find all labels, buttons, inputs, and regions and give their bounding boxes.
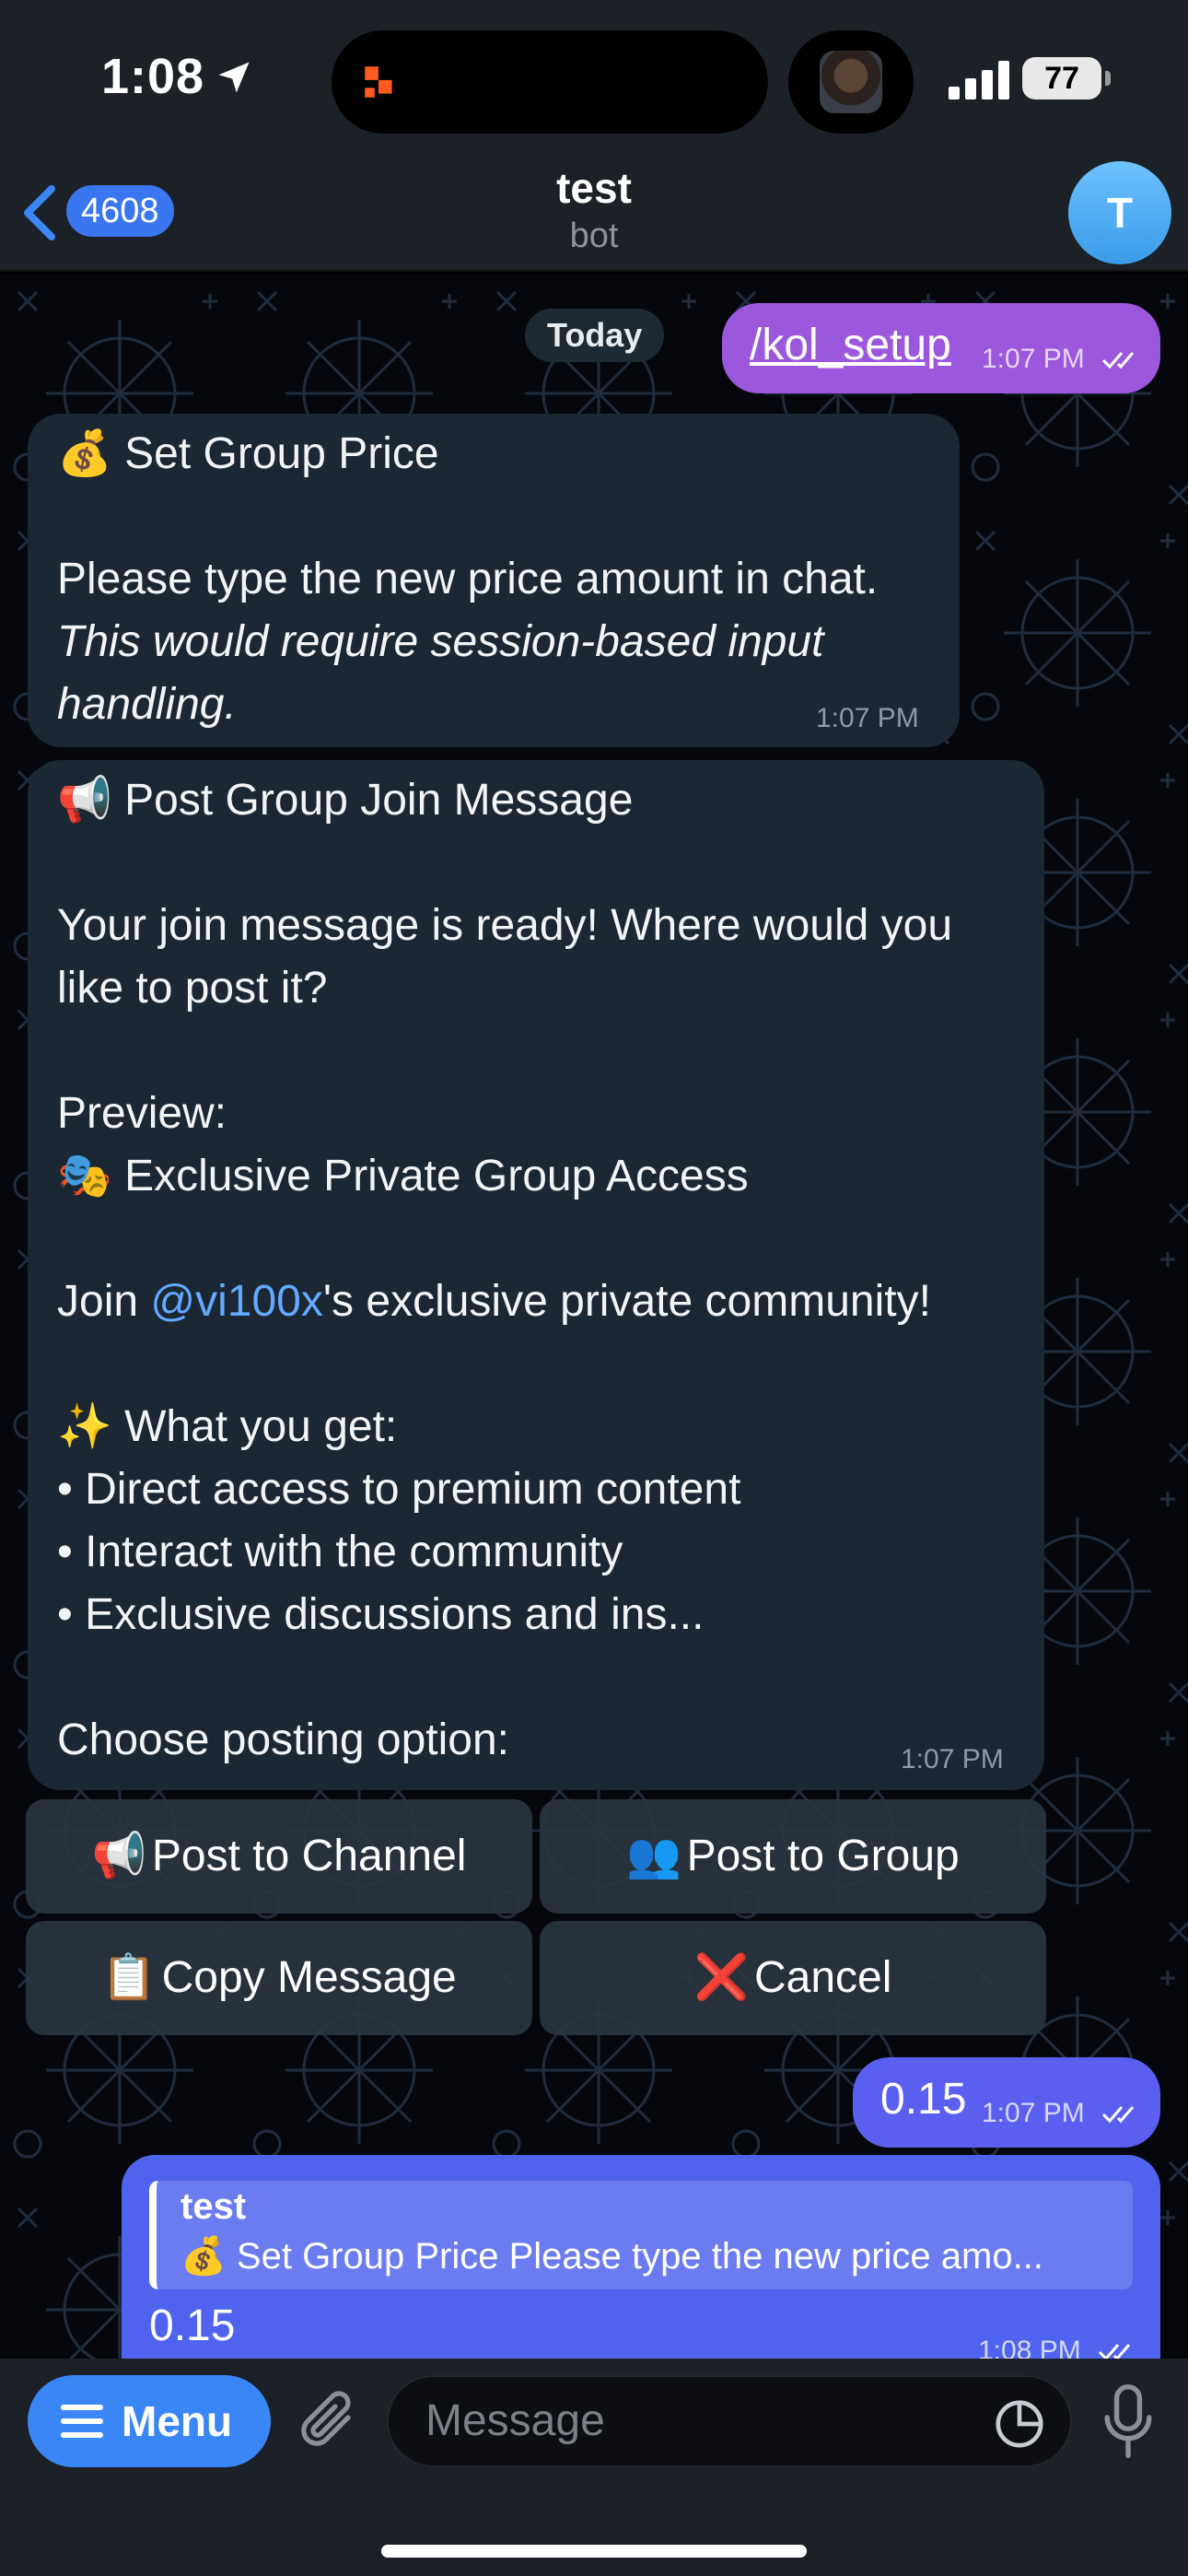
copy-message-button[interactable]: 📋 Copy Message xyxy=(26,1921,532,2035)
message-italic-line: handling. xyxy=(57,680,237,729)
message-time: 1:07 PM xyxy=(901,1744,1004,1774)
thumbnail-image xyxy=(820,51,882,113)
message-placeholder: Message xyxy=(425,2396,605,2445)
message-title: 📢 Post Group Join Message xyxy=(57,776,634,825)
message-time: 1:07 PM xyxy=(982,2098,1085,2128)
post-to-channel-button[interactable]: 📢 Post to Channel xyxy=(26,1799,532,1914)
chat-subtitle: bot xyxy=(569,217,619,255)
microphone-icon[interactable] xyxy=(1101,2383,1155,2460)
benefit-item: • Exclusive discussions and ins... xyxy=(57,1590,705,1639)
date-separator: Today xyxy=(525,309,665,362)
composer-bar: Menu Message xyxy=(0,2359,1188,2576)
cellular-signal-icon xyxy=(949,61,1009,100)
reply-quote[interactable]: test 💰 Set Group Price Please type the n… xyxy=(149,2181,1133,2289)
chat-avatar[interactable]: T xyxy=(1068,161,1171,264)
outgoing-price-message[interactable]: 0.15 1:07 PM xyxy=(853,2057,1160,2148)
message-text: 0.15 xyxy=(880,2075,967,2124)
quote-author: test xyxy=(181,2186,247,2227)
quote-text: 💰 Set Group Price Please type the new pr… xyxy=(181,2236,1043,2277)
battery-indicator: 77 xyxy=(1022,57,1111,100)
benefits-header: ✨ What you get: xyxy=(57,1402,398,1451)
chat-title[interactable]: test xyxy=(0,163,1188,213)
hamburger-menu-icon xyxy=(61,2405,103,2438)
sticker-icon[interactable] xyxy=(993,2397,1046,2451)
clipboard-icon: 📋 xyxy=(101,1953,157,2002)
preview-label: Preview: xyxy=(57,1089,227,1138)
message-body: Your join message is ready! Where would … xyxy=(57,901,953,950)
benefit-item: • Direct access to premium content xyxy=(57,1465,741,1514)
message-italic-line: This would require session-based input xyxy=(57,617,824,666)
message-body: like to post it? xyxy=(57,964,328,1013)
cross-mark-icon: ❌ xyxy=(693,1953,750,2002)
menu-label: Menu xyxy=(122,2397,233,2445)
bot-menu-button[interactable]: Menu xyxy=(28,2375,271,2467)
message-list[interactable]: Today /kol_setup 1:07 PM 💰 Set Group Pri… xyxy=(0,274,1188,2359)
group-icon: 👥 xyxy=(626,1832,682,1880)
post-to-group-button[interactable]: 👥 Post to Group xyxy=(540,1799,1046,1914)
cancel-button[interactable]: ❌ Cancel xyxy=(540,1921,1046,2035)
command-link[interactable]: /kol_setup xyxy=(750,320,951,370)
join-line: Join @vi100x's exclusive private communi… xyxy=(57,1277,931,1326)
message-title: 💰 Set Group Price xyxy=(57,429,439,478)
read-checkmarks-icon xyxy=(1098,2344,1131,2359)
app-activity-icon xyxy=(365,66,392,98)
choose-label: Choose posting option: xyxy=(57,1715,510,1764)
message-text: 0.15 xyxy=(149,2301,236,2350)
outgoing-command-message[interactable]: /kol_setup 1:07 PM xyxy=(722,303,1160,393)
benefit-item: • Interact with the community xyxy=(57,1528,623,1576)
mention-link[interactable]: @vi100x xyxy=(150,1277,322,1326)
outgoing-reply-message[interactable]: test 💰 Set Group Price Please type the n… xyxy=(122,2155,1160,2359)
message-time: 1:07 PM xyxy=(816,703,919,733)
status-bar: 1:08 77 xyxy=(0,0,1188,161)
read-checkmarks-icon xyxy=(1101,2106,1135,2124)
megaphone-icon: 📢 xyxy=(91,1832,147,1880)
message-input[interactable]: Message xyxy=(387,2375,1072,2467)
incoming-message-set-price[interactable]: 💰 Set Group Price Please type the new pr… xyxy=(28,414,960,747)
status-time: 1:08 xyxy=(101,49,205,104)
message-body: Please type the new price amount in chat… xyxy=(57,555,879,603)
home-indicator xyxy=(381,2545,807,2558)
message-time: 1:08 PM xyxy=(978,2336,1081,2359)
read-checkmarks-icon xyxy=(1101,352,1135,369)
chat-header: 4608 test bot T xyxy=(0,161,1188,272)
message-time: 1:07 PM xyxy=(982,344,1085,374)
live-activity-thumbnail xyxy=(788,30,914,134)
paperclip-icon[interactable] xyxy=(297,2384,363,2458)
location-arrow-icon xyxy=(218,62,250,93)
preview-title: 🎭 Exclusive Private Group Access xyxy=(57,1152,749,1200)
incoming-message-join[interactable]: 📢 Post Group Join Message Your join mess… xyxy=(28,760,1044,1790)
